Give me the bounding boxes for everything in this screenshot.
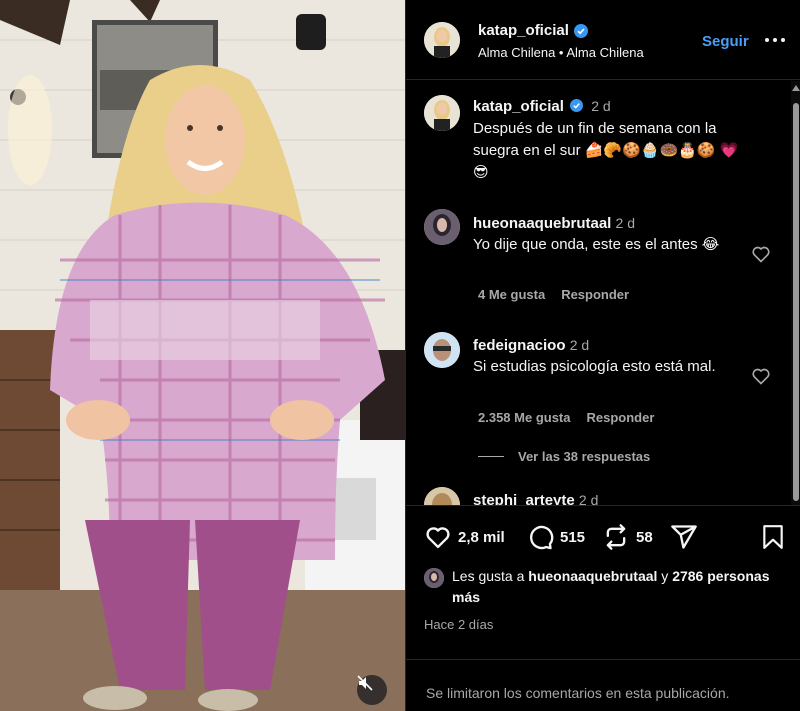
comment-header: stephi_arteyte 2 d — [473, 489, 758, 505]
share-icon[interactable] — [670, 523, 698, 551]
avatar-image — [424, 95, 460, 131]
avatar-image — [424, 22, 460, 58]
liked-by-user[interactable]: hueonaaquebrutaal — [528, 568, 657, 584]
comments-limited-notice: Se limitaron los comentarios en esta pub… — [426, 685, 730, 701]
follow-button[interactable]: Seguir — [702, 33, 749, 50]
bookmark-icon[interactable] — [760, 523, 786, 551]
comment-header: fedeignacioo 2 d — [473, 334, 758, 357]
post-photo[interactable] — [0, 0, 405, 711]
more-options-icon[interactable] — [763, 30, 787, 50]
repost-action: 58 — [602, 523, 653, 551]
verified-badge-icon — [570, 99, 584, 112]
comments-count[interactable]: 515 — [560, 529, 585, 546]
heart-icon[interactable] — [424, 523, 452, 551]
comment-action: 515 — [526, 523, 585, 551]
like-action: 2,8 mil — [424, 523, 505, 551]
caption-time[interactable]: 2 d — [591, 98, 610, 114]
save-action — [760, 523, 786, 551]
comment-like-heart-icon[interactable] — [751, 244, 771, 264]
likes-count[interactable]: 2,8 mil — [458, 529, 505, 546]
author-avatar[interactable] — [424, 22, 460, 58]
avatar-image — [424, 332, 460, 368]
liked-by-text: Les gusta a hueonaaquebrutaal y 2786 per… — [452, 566, 784, 608]
view-replies-label[interactable]: Ver las 38 respuestas — [518, 449, 650, 464]
post-actions: 2,8 mil 515 58 Les gusta a hueonaaquebru… — [406, 505, 800, 659]
comment-likes[interactable]: 4 Me gusta — [478, 287, 545, 302]
post-header: katap_oficial Alma Chilena • Alma Chilen… — [406, 0, 800, 80]
caption-username[interactable]: katap_oficial — [473, 98, 564, 115]
comment-likes[interactable]: 2.358 Me gusta — [478, 410, 571, 425]
post-location[interactable]: Alma Chilena • Alma Chilena — [478, 45, 644, 60]
avatar-image — [424, 568, 444, 588]
scrollbar-thumb[interactable] — [793, 103, 799, 501]
mute-button[interactable] — [357, 675, 387, 705]
comment-text: Si estudias psicología esto está mal. — [473, 358, 716, 375]
caption-text: Después de un fin de semana con la suegr… — [473, 120, 739, 181]
verified-badge-icon — [573, 23, 588, 38]
repost-icon[interactable] — [602, 523, 630, 551]
replies-divider — [478, 456, 504, 457]
reply-button[interactable]: Responder — [561, 287, 629, 302]
comment-time[interactable]: 2 d — [616, 215, 635, 231]
author-name-row[interactable]: katap_oficial — [478, 22, 588, 39]
author-username[interactable]: katap_oficial — [478, 22, 569, 39]
commenter-avatar[interactable] — [424, 209, 460, 245]
post-timestamp[interactable]: Hace 2 días — [424, 617, 493, 632]
comment-meta: 2.358 Me gusta Responder — [478, 410, 654, 425]
avatar-image — [424, 487, 460, 505]
post-details-panel: katap_oficial Alma Chilena • Alma Chilen… — [405, 0, 800, 711]
liked-by-row: Les gusta a hueonaaquebrutaal y 2786 per… — [424, 566, 784, 608]
comment-time[interactable]: 2 d — [579, 492, 598, 505]
comment-username[interactable]: hueonaaquebrutaal — [473, 215, 611, 232]
comment-time[interactable]: 2 d — [570, 337, 589, 353]
share-action — [670, 523, 698, 551]
comment-username[interactable]: stephi_arteyte — [473, 492, 575, 505]
scroll-up-arrow-icon[interactable] — [792, 85, 800, 91]
comments-limited-footer: Se limitaron los comentarios en esta pub… — [406, 659, 800, 711]
reply-button[interactable]: Responder — [587, 410, 655, 425]
mute-icon — [357, 675, 373, 691]
commenter-avatar[interactable] — [424, 487, 460, 505]
liked-by-middle: y — [657, 568, 673, 584]
reposts-count[interactable]: 58 — [636, 529, 653, 546]
comment-text: Yo dije que onda, este es el antes 😂 — [473, 236, 720, 253]
commenter-avatar[interactable] — [424, 332, 460, 368]
liked-by-prefix: Les gusta a — [452, 568, 529, 584]
comment-like-heart-icon[interactable] — [751, 366, 771, 386]
comments-scrollbar[interactable] — [791, 81, 800, 505]
comment-header: hueonaaquebrutaal 2 d — [473, 212, 758, 235]
comment-icon[interactable] — [526, 523, 554, 551]
view-replies-button[interactable]: Ver las 38 respuestas — [478, 449, 650, 464]
caption-header: katap_oficial 2 d — [473, 95, 758, 118]
caption-avatar[interactable] — [424, 95, 460, 131]
photo-illustration — [0, 0, 405, 711]
avatar-image — [424, 209, 460, 245]
comment-username[interactable]: fedeignacioo — [473, 337, 566, 354]
comment-meta: 4 Me gusta Responder — [478, 287, 629, 302]
liked-by-avatar[interactable] — [424, 568, 444, 588]
comments-list[interactable]: katap_oficial 2 d Después de un fin de s… — [406, 81, 800, 505]
